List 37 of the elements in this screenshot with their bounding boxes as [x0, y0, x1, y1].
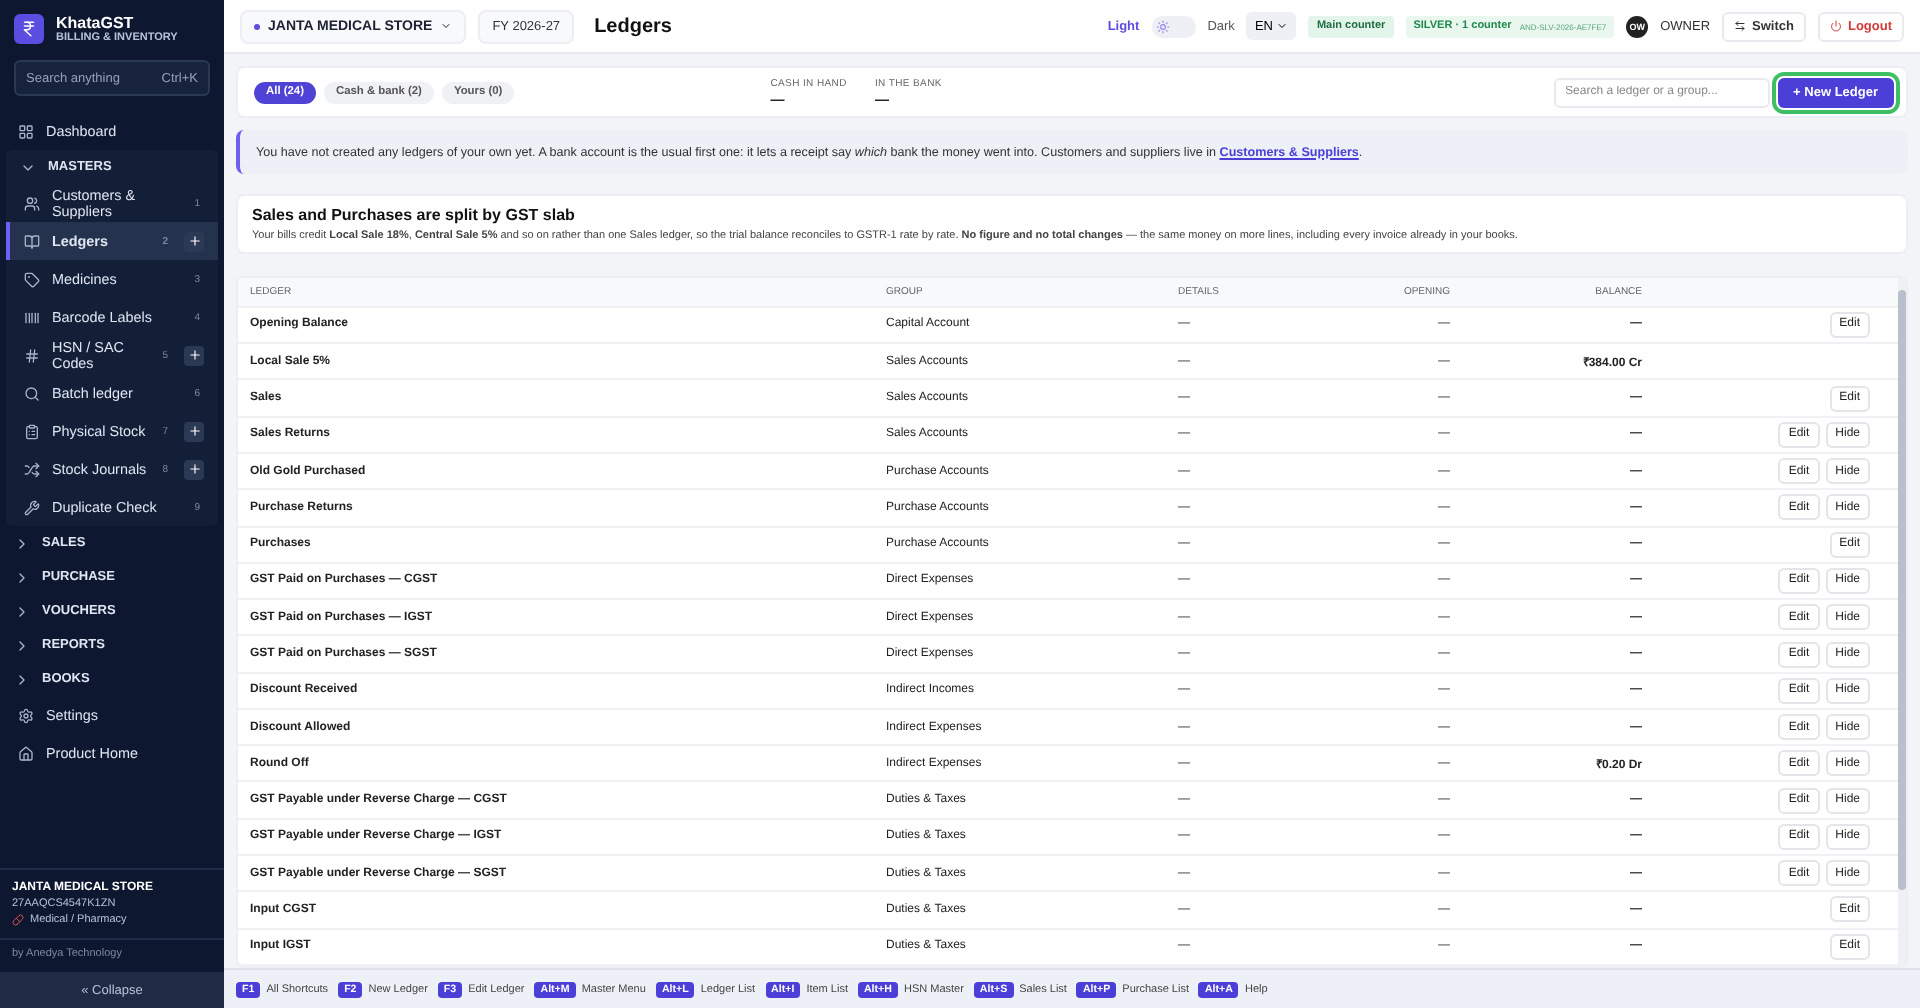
swap-icon [1734, 20, 1747, 32]
nav-icon [24, 309, 40, 325]
nav-icon [24, 385, 40, 401]
nav-icon [24, 195, 40, 211]
chevron-icon [14, 671, 30, 687]
logo-icon [14, 13, 44, 43]
page-title: Ledgers [594, 15, 672, 37]
plus-icon [187, 462, 201, 476]
add-button[interactable] [184, 459, 204, 479]
add-button[interactable] [184, 231, 204, 251]
add-button[interactable] [184, 345, 204, 365]
nav-icon [24, 499, 40, 515]
plus-icon [187, 424, 201, 438]
nav-icon [24, 461, 40, 477]
nav-icon [18, 745, 34, 761]
app-name: KhataGST [56, 13, 136, 31]
nav-icon [24, 423, 40, 439]
chevron-icon [14, 637, 30, 653]
notice-title: Sales and Purchases are split by GST slab [252, 206, 577, 224]
nav-icon [24, 271, 40, 287]
chevron-icon [1276, 20, 1289, 32]
chevron-icon [14, 603, 30, 619]
chevron-icon [14, 535, 30, 551]
theme-toggle[interactable] [1151, 15, 1196, 37]
pill-icon [12, 914, 24, 926]
plus-icon [187, 234, 201, 248]
scrollbar[interactable] [1898, 290, 1906, 890]
sun-icon [1155, 19, 1170, 33]
nav-icon [18, 707, 34, 723]
power-icon [1829, 20, 1842, 32]
add-button[interactable] [184, 421, 204, 441]
chevron-icon [14, 569, 30, 585]
nav-icon [24, 347, 40, 363]
chevron-icon [440, 20, 453, 32]
nav-icon [24, 233, 40, 249]
plus-icon [187, 348, 201, 362]
nav-icon [18, 123, 34, 139]
